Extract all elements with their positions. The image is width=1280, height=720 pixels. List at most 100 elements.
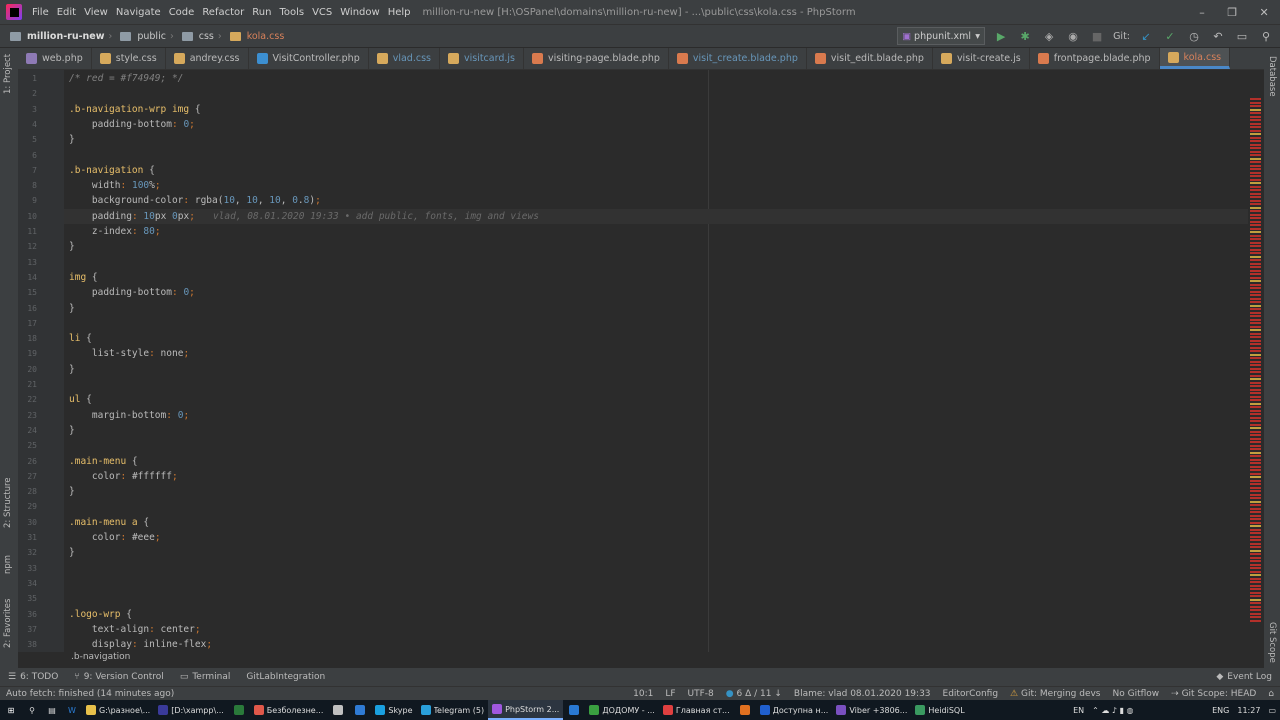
taskbar-app-13[interactable]: Доступна н... bbox=[756, 700, 833, 720]
stripe-mark[interactable] bbox=[1250, 619, 1261, 622]
stripe-mark[interactable] bbox=[1250, 462, 1261, 464]
stripe-mark[interactable] bbox=[1250, 304, 1261, 307]
stripe-mark[interactable] bbox=[1250, 434, 1261, 436]
tab-visit-create-js[interactable]: visit-create.js bbox=[933, 48, 1030, 69]
stripe-mark[interactable] bbox=[1250, 455, 1261, 457]
stripe-mark[interactable] bbox=[1250, 154, 1261, 156]
stripe-mark[interactable] bbox=[1250, 406, 1261, 408]
code-line[interactable]: } bbox=[69, 239, 75, 254]
code-line[interactable]: ul { bbox=[69, 392, 92, 407]
status-message[interactable]: Auto fetch: finished (14 minutes ago) bbox=[0, 689, 180, 699]
stripe-mark[interactable] bbox=[1250, 164, 1261, 167]
code-line[interactable]: padding-bottom: 0; bbox=[69, 117, 195, 132]
task-view-icon[interactable]: ▤ bbox=[42, 700, 62, 720]
menu-view[interactable]: View bbox=[80, 7, 112, 18]
breadcrumb-css[interactable]: css bbox=[199, 31, 214, 42]
code-line[interactable]: } bbox=[69, 484, 75, 499]
stripe-mark[interactable] bbox=[1250, 252, 1261, 254]
stripe-mark[interactable] bbox=[1250, 437, 1261, 440]
tab-web-php[interactable]: web.php bbox=[18, 48, 92, 69]
stripe-mark[interactable] bbox=[1250, 465, 1261, 468]
stripe-mark[interactable] bbox=[1250, 273, 1261, 275]
maximize-button[interactable]: ❐ bbox=[1227, 6, 1237, 19]
close-button[interactable]: ✕ bbox=[1260, 6, 1269, 19]
stripe-mark[interactable] bbox=[1250, 308, 1261, 310]
keyboard-layout[interactable]: ENG bbox=[1208, 700, 1233, 720]
taskbar-app-4[interactable] bbox=[327, 700, 349, 720]
tab-andrey-css[interactable]: andrey.css bbox=[166, 48, 249, 69]
stripe-mark[interactable] bbox=[1250, 196, 1261, 198]
editorconfig-indicator[interactable]: EditorConfig bbox=[937, 689, 1005, 699]
stripe-mark[interactable] bbox=[1250, 602, 1261, 604]
stripe-mark[interactable] bbox=[1250, 493, 1261, 496]
file-encoding[interactable]: UTF-8 bbox=[682, 689, 720, 699]
git-scope-tool-tab[interactable]: Git Scope bbox=[1267, 622, 1277, 663]
stripe-mark[interactable] bbox=[1250, 500, 1261, 503]
stripe-mark[interactable] bbox=[1250, 374, 1261, 377]
menu-navigate[interactable]: Navigate bbox=[112, 7, 165, 18]
stripe-mark[interactable] bbox=[1250, 168, 1261, 170]
stripe-mark[interactable] bbox=[1250, 136, 1261, 139]
stripe-mark[interactable] bbox=[1250, 451, 1261, 454]
git-update-icon[interactable]: ↙ bbox=[1138, 28, 1154, 44]
stripe-mark[interactable] bbox=[1250, 297, 1261, 300]
taskbar-app-0[interactable]: G:\разное\... bbox=[82, 700, 154, 720]
taskbar-app-10[interactable]: ДОДОМУ - ... bbox=[585, 700, 658, 720]
stripe-mark[interactable] bbox=[1250, 504, 1261, 506]
taskbar-app-5[interactable] bbox=[349, 700, 371, 720]
stripe-mark[interactable] bbox=[1250, 395, 1261, 398]
stripe-mark[interactable] bbox=[1250, 472, 1261, 475]
stripe-mark[interactable] bbox=[1250, 458, 1261, 461]
breadcrumb-file[interactable]: kola.css bbox=[247, 31, 285, 42]
stripe-mark[interactable] bbox=[1250, 220, 1261, 223]
code-line[interactable]: } bbox=[69, 545, 75, 560]
minimize-button[interactable]: – bbox=[1199, 6, 1205, 19]
breadcrumb-project[interactable]: million-ru-new bbox=[27, 31, 105, 42]
windows-start-icon[interactable]: ⊞ bbox=[0, 700, 22, 720]
stripe-mark[interactable] bbox=[1250, 98, 1261, 100]
stop-icon[interactable]: ■ bbox=[1089, 28, 1105, 44]
code-line[interactable]: } bbox=[69, 362, 75, 377]
stripe-mark[interactable] bbox=[1250, 511, 1261, 513]
git-commit-icon[interactable]: ✓ bbox=[1162, 28, 1178, 44]
menu-tools[interactable]: Tools bbox=[275, 7, 308, 18]
vcs-changes[interactable]: ● 6 Δ / 11 ↓ bbox=[720, 689, 788, 699]
stripe-mark[interactable] bbox=[1250, 521, 1261, 524]
stripe-mark[interactable] bbox=[1250, 325, 1261, 328]
stripe-mark[interactable] bbox=[1250, 346, 1261, 349]
blame-info[interactable]: Blame: vlad 08.01.2020 19:33 bbox=[788, 689, 937, 699]
run-config-select[interactable]: ▣ phpunit.xml ▾ bbox=[897, 27, 986, 45]
stripe-mark[interactable] bbox=[1250, 203, 1261, 205]
stripe-mark[interactable] bbox=[1250, 528, 1261, 531]
stripe-mark[interactable] bbox=[1250, 584, 1261, 587]
code-line[interactable]: text-align: center; bbox=[69, 622, 201, 637]
stripe-mark[interactable] bbox=[1250, 507, 1261, 510]
stripe-mark[interactable] bbox=[1250, 115, 1261, 118]
tab-visit-create-blade-php[interactable]: visit_create.blade.php bbox=[669, 48, 807, 69]
taskbar-app-8[interactable]: PhpStorm 2... bbox=[488, 700, 564, 720]
stripe-mark[interactable] bbox=[1250, 315, 1261, 317]
stripe-mark[interactable] bbox=[1250, 598, 1261, 601]
stripe-mark[interactable] bbox=[1250, 161, 1261, 163]
stripe-mark[interactable] bbox=[1250, 227, 1261, 230]
debug-icon[interactable]: ✱ bbox=[1017, 28, 1033, 44]
tab-kola-css[interactable]: kola.css bbox=[1159, 48, 1231, 69]
tab-visitcard-js[interactable]: visitcard.js bbox=[440, 48, 524, 69]
stripe-mark[interactable] bbox=[1250, 553, 1261, 555]
breadcrumb-public[interactable]: public bbox=[137, 31, 166, 42]
menu-vcs[interactable]: VCS bbox=[308, 7, 336, 18]
taskbar-app-12[interactable] bbox=[734, 700, 756, 720]
stripe-mark[interactable] bbox=[1250, 238, 1261, 240]
taskbar-app-9[interactable] bbox=[563, 700, 585, 720]
code-line[interactable]: .main-menu { bbox=[69, 454, 138, 469]
stripe-mark[interactable] bbox=[1250, 556, 1261, 559]
stripe-mark[interactable] bbox=[1250, 378, 1261, 380]
stripe-mark[interactable] bbox=[1250, 210, 1261, 212]
code-line[interactable]: .b-navigation-wrp img { bbox=[69, 102, 201, 117]
menu-help[interactable]: Help bbox=[384, 7, 415, 18]
stripe-mark[interactable] bbox=[1250, 105, 1261, 107]
stripe-mark[interactable] bbox=[1250, 122, 1261, 125]
code-line[interactable]: width: 100%; bbox=[69, 178, 161, 193]
code-line[interactable]: margin-bottom: 0; bbox=[69, 408, 189, 423]
stripe-mark[interactable] bbox=[1250, 392, 1261, 394]
